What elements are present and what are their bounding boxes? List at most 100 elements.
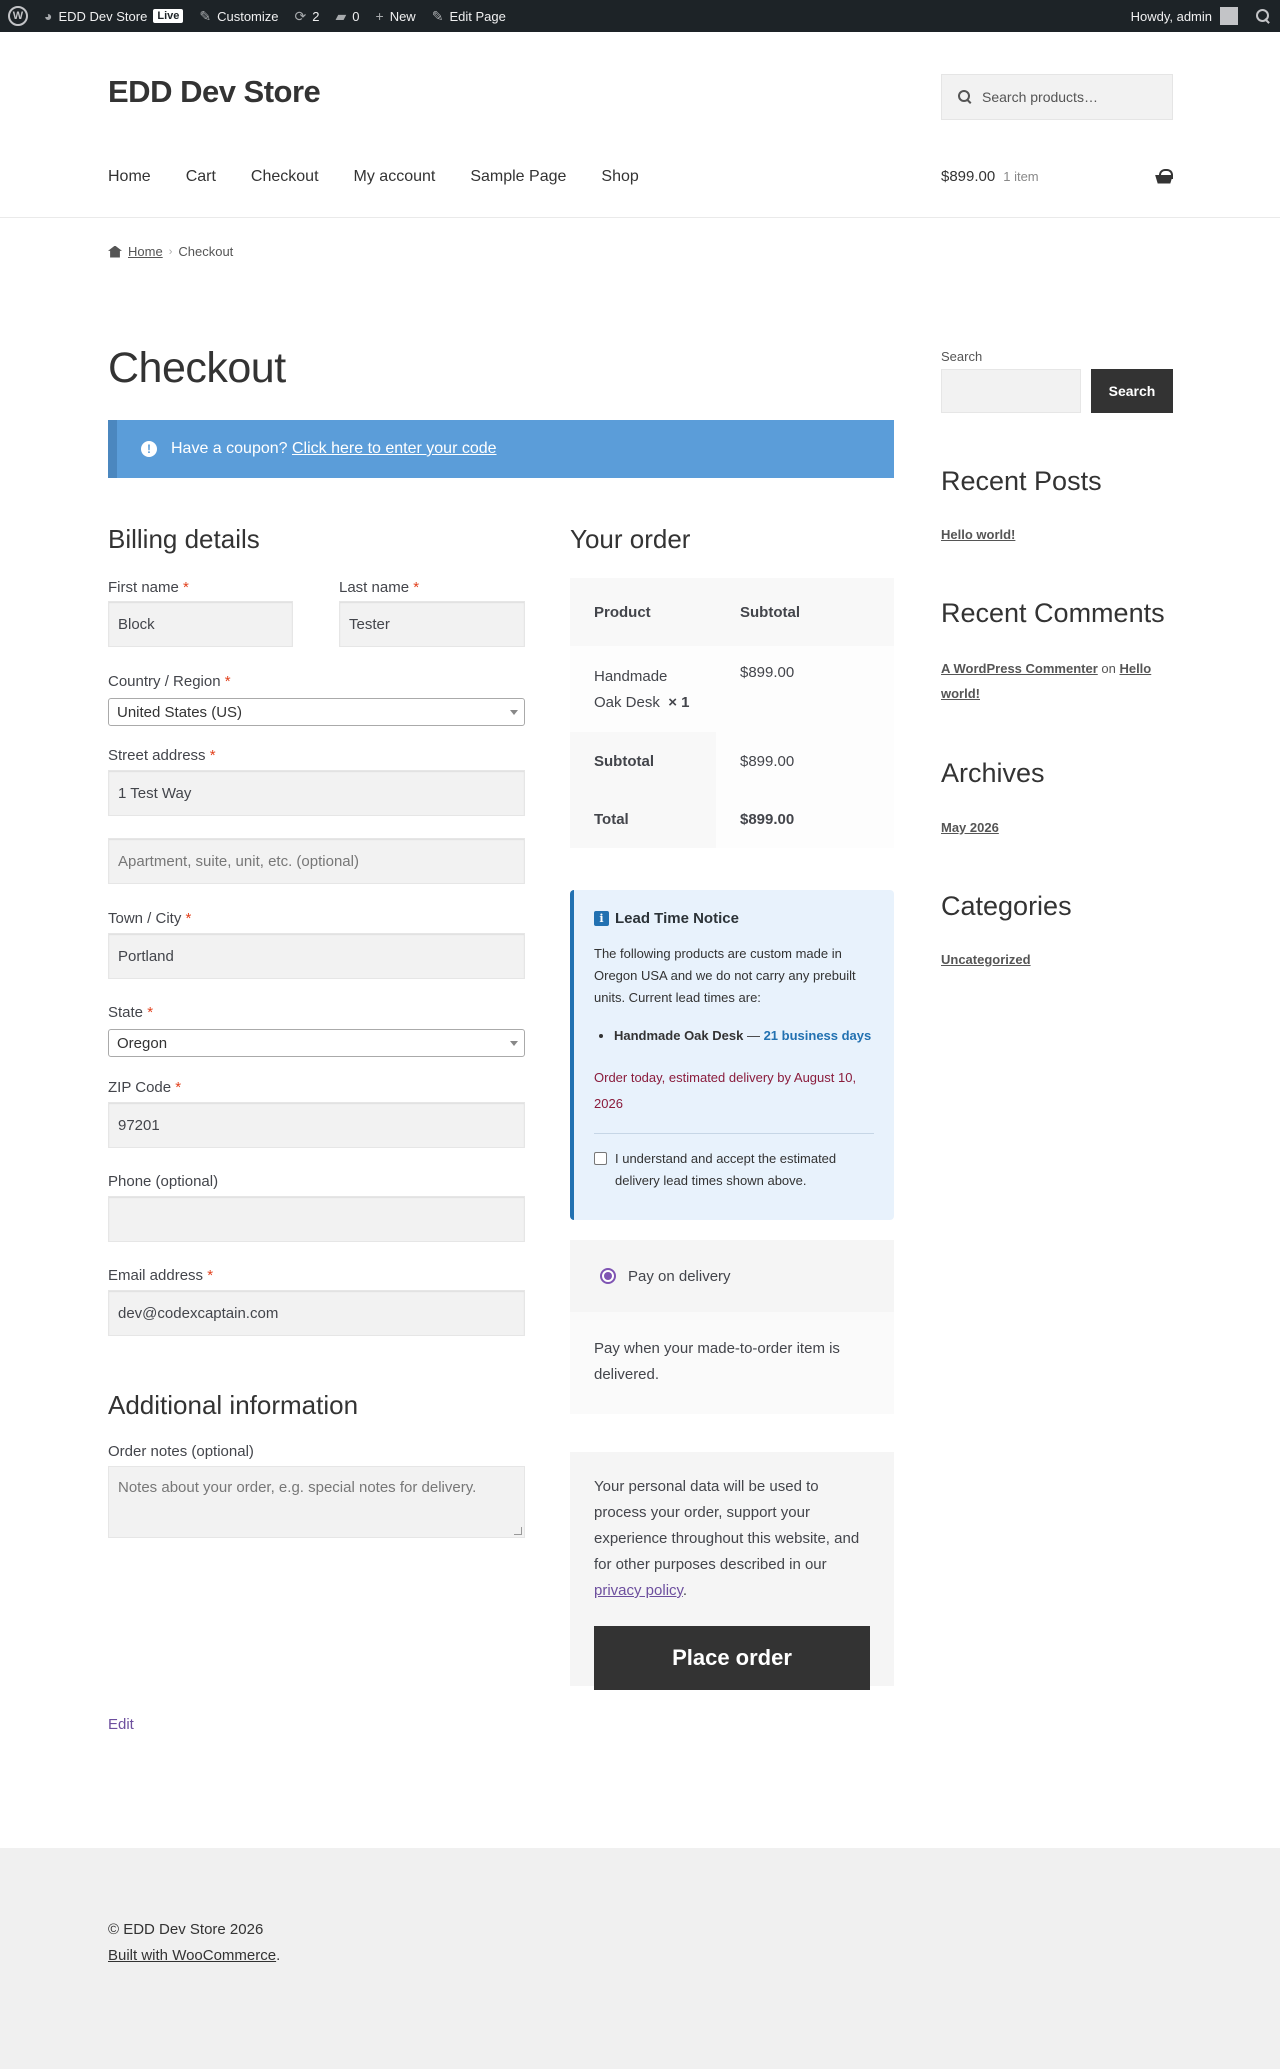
zip-label: ZIP Code * xyxy=(108,1079,182,1096)
sidebar-search-label: Search xyxy=(941,349,983,364)
privacy-policy-link[interactable]: privacy policy xyxy=(594,1582,683,1599)
site-title[interactable]: EDD Dev Store xyxy=(108,74,321,110)
pencil-icon: ✎ xyxy=(431,7,444,24)
city-field[interactable]: Portland xyxy=(108,933,525,979)
payment-method-label: Pay on delivery xyxy=(628,1267,731,1285)
resize-handle-icon[interactable] xyxy=(514,1527,522,1535)
admin-customize[interactable]: ✎ Customize xyxy=(199,0,278,32)
nav-my-account[interactable]: My account xyxy=(354,168,436,186)
nav-checkout[interactable]: Checkout xyxy=(251,168,319,186)
subtotal-row: Subtotal $899.00 xyxy=(570,732,894,790)
archive-link[interactable]: May 2026 xyxy=(941,815,999,840)
col-subtotal: Subtotal xyxy=(740,603,800,621)
recent-comments-title: Recent Comments xyxy=(941,598,1165,628)
apartment-field[interactable]: Apartment, suite, unit, etc. (optional) xyxy=(108,838,525,884)
accept-checkbox[interactable] xyxy=(594,1152,607,1165)
coupon-link[interactable]: Click here to enter your code xyxy=(292,440,497,457)
recent-post-link[interactable]: Hello world! xyxy=(941,522,1015,547)
payment-method-cod[interactable]: Pay on delivery xyxy=(570,1240,894,1312)
admin-new[interactable]: + New xyxy=(376,0,416,32)
nav-home[interactable]: Home xyxy=(108,168,151,186)
payment-methods: Pay on delivery Pay when your made-to-or… xyxy=(570,1240,894,1414)
additional-info-title: Additional information xyxy=(108,1390,359,1420)
admin-howdy[interactable]: Howdy, admin xyxy=(1131,9,1212,24)
city-label: Town / City * xyxy=(108,910,192,927)
edit-link[interactable]: Edit xyxy=(108,1716,134,1733)
avatar[interactable] xyxy=(1220,7,1238,25)
total-row: Total $899.00 xyxy=(570,790,894,848)
admin-edit-page[interactable]: ✎ Edit Page xyxy=(432,0,506,32)
home-icon xyxy=(108,245,122,258)
info-icon: ! xyxy=(141,441,157,457)
last-name-label: Last name * xyxy=(339,579,420,596)
zip-field[interactable]: 97201 xyxy=(108,1102,525,1148)
admin-comments[interactable]: ▰ 0 xyxy=(335,0,359,32)
lead-time-list: Handmade Oak Desk — 21 business days xyxy=(614,1025,874,1047)
admin-site-name[interactable]: ◕ EDD Dev Store Live xyxy=(44,0,184,32)
first-name-label: First name * xyxy=(108,579,189,596)
info-icon: i xyxy=(594,911,609,926)
comment-author-link[interactable]: A WordPress Commenter xyxy=(941,661,1098,676)
payment-radio[interactable] xyxy=(600,1268,616,1284)
total-value: $899.00 xyxy=(716,790,894,848)
woocommerce-link[interactable]: Built with WooCommerce xyxy=(108,1947,276,1964)
street-field[interactable]: 1 Test Way xyxy=(108,770,525,816)
primary-nav: Home Cart Checkout My account Sample Pag… xyxy=(108,168,639,186)
admin-updates[interactable]: ⟳ 2 xyxy=(295,0,320,32)
country-value: United States (US) xyxy=(117,703,243,721)
footer-credit: Built with WooCommerce. xyxy=(108,1947,281,1964)
lead-time-title: Lead Time Notice xyxy=(615,910,739,927)
updates-count: 2 xyxy=(312,8,320,24)
sidebar-search-button[interactable]: Search xyxy=(1091,369,1173,413)
breadcrumb-home[interactable]: Home xyxy=(128,244,163,259)
country-select[interactable]: United States (US) xyxy=(108,698,525,726)
list-item: Handmade Oak Desk — 21 business days xyxy=(614,1025,874,1047)
coupon-notice: ! Have a coupon? Click here to enter you… xyxy=(108,420,894,478)
customize-label: Customize xyxy=(217,8,279,24)
order-notes-field[interactable]: Notes about your order, e.g. special not… xyxy=(108,1466,525,1538)
breadcrumb: Home › Checkout xyxy=(108,244,233,259)
nav-shop[interactable]: Shop xyxy=(601,168,638,186)
state-select[interactable]: Oregon xyxy=(108,1029,525,1057)
lead-divider xyxy=(594,1133,874,1134)
subtotal-value: $899.00 xyxy=(716,732,894,790)
table-row: Handmade Oak Desk × 1 $899.00 xyxy=(570,646,894,732)
first-name-field[interactable]: Block xyxy=(108,601,293,647)
sidebar-search-input[interactable] xyxy=(941,369,1081,413)
payment-description: Pay when your made-to-order item is deli… xyxy=(570,1312,894,1414)
breadcrumb-current: Checkout xyxy=(178,244,234,259)
wordpress-icon: W xyxy=(8,6,28,26)
new-label: New xyxy=(389,8,416,24)
last-name-field[interactable]: Tester xyxy=(339,601,525,647)
archives-title: Archives xyxy=(941,758,1045,788)
phone-label: Phone (optional) xyxy=(108,1173,219,1190)
state-label: State * xyxy=(108,1004,154,1021)
wp-logo-menu[interactable]: W xyxy=(8,0,28,32)
updates-icon: ⟳ xyxy=(294,7,307,24)
email-label: Email address * xyxy=(108,1267,214,1284)
recent-comment: A WordPress Commenter on Hello world! xyxy=(941,661,1152,701)
place-order-button[interactable]: Place order xyxy=(594,1626,870,1690)
col-product: Product xyxy=(594,603,651,621)
product-search-placeholder: Search products… xyxy=(982,89,1098,105)
phone-field[interactable] xyxy=(108,1196,525,1242)
lead-time-accept[interactable]: I understand and accept the estimated de… xyxy=(594,1148,874,1192)
admin-bar: W ◕ EDD Dev Store Live ✎ Customize ⟳ 2 ▰… xyxy=(0,0,1280,32)
coupon-text: Have a coupon? xyxy=(171,440,288,457)
cart-count: 1 item xyxy=(1003,169,1039,184)
billing-title: Billing details xyxy=(108,524,260,554)
dashboard-icon: ◕ xyxy=(44,8,53,24)
product-search-input[interactable]: Search products… xyxy=(941,74,1173,120)
live-badge: Live xyxy=(153,9,184,23)
comment-icon: ▰ xyxy=(335,7,347,24)
email-field[interactable]: dev@codexcaptain.com xyxy=(108,1290,525,1336)
footer-copyright: © EDD Dev Store 2026 xyxy=(108,1921,264,1938)
nav-sample-page[interactable]: Sample Page xyxy=(470,168,566,186)
street-label: Street address * xyxy=(108,747,216,764)
lead-time-header: i Lead Time Notice xyxy=(594,910,874,927)
admin-search-icon[interactable] xyxy=(1254,7,1272,25)
privacy-notice: Your personal data will be used to proce… xyxy=(594,1478,860,1599)
nav-cart[interactable]: Cart xyxy=(186,168,216,186)
header-cart[interactable]: $899.00 1 item xyxy=(941,168,1173,185)
category-link[interactable]: Uncategorized xyxy=(941,947,1031,972)
